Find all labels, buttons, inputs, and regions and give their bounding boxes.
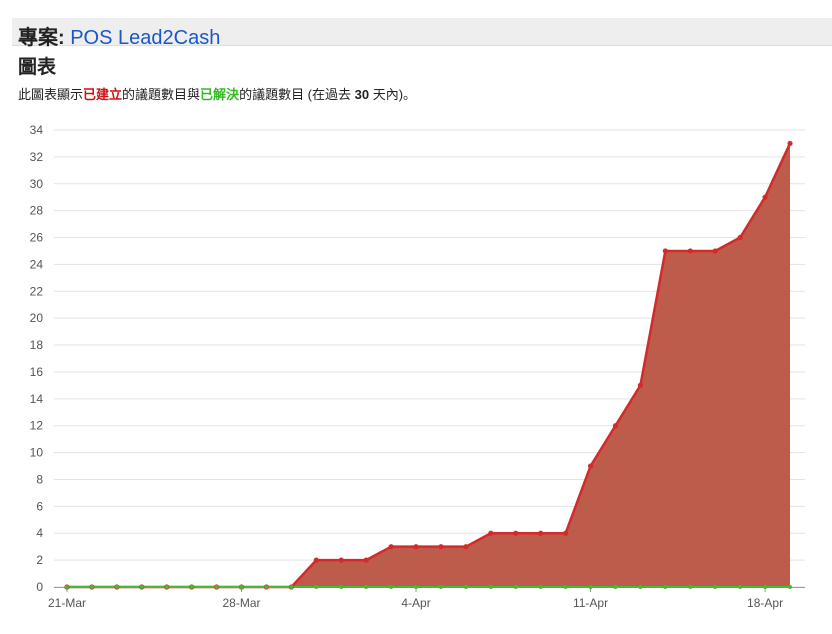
y-tick-label: 16 <box>30 365 44 379</box>
created-point <box>488 530 494 536</box>
created-point <box>737 234 743 241</box>
project-title: 專案: POS Lead2Cash <box>18 21 220 50</box>
created-point <box>587 463 594 469</box>
created-point <box>438 544 444 550</box>
resolved-point <box>738 585 743 589</box>
resolved-point <box>588 585 593 589</box>
y-tick-label: 6 <box>36 499 43 513</box>
resolved-point <box>663 585 668 589</box>
resolved-point <box>563 585 568 589</box>
y-tick-label: 20 <box>30 311 44 325</box>
x-tick-label: 18-Apr <box>747 596 783 610</box>
created-point <box>712 248 718 254</box>
y-tick-label: 2 <box>36 553 43 567</box>
resolved-point <box>513 585 518 589</box>
resolved-point <box>763 585 768 589</box>
resolved-point <box>289 585 294 589</box>
project-prefix: 專案: <box>18 27 71 49</box>
resolved-point <box>488 585 493 589</box>
created-point <box>313 557 319 563</box>
created-point <box>538 530 544 536</box>
resolved-point <box>463 585 468 589</box>
y-tick-label: 22 <box>30 284 44 298</box>
y-tick-label: 34 <box>30 123 44 137</box>
resolved-point <box>713 585 718 589</box>
y-tick-label: 0 <box>36 580 43 594</box>
created-point <box>687 248 693 254</box>
y-tick-label: 8 <box>36 472 43 486</box>
y-tick-label: 28 <box>30 204 44 218</box>
created-point <box>513 530 519 536</box>
resolved-point <box>189 585 194 589</box>
resolved-point <box>788 585 792 589</box>
y-tick-label: 24 <box>30 257 44 271</box>
resolved-point <box>264 585 269 589</box>
resolved-point <box>364 585 369 589</box>
created-point <box>787 140 793 147</box>
resolved-point <box>239 585 244 589</box>
y-tick-label: 10 <box>30 446 44 460</box>
y-tick-label: 30 <box>30 177 44 191</box>
resolved-legend-text: 已解決 <box>200 87 240 102</box>
created-vs-resolved-chart: 024681012141618202224262830323421-Mar 28-… <box>30 123 805 610</box>
created-point <box>563 530 569 536</box>
chart-description: 此圖表顯示已建立的議題數目與已解決的議題數目 (在過去 30 天內)。 <box>18 84 416 103</box>
resolved-point <box>114 585 119 589</box>
created-point <box>338 557 344 563</box>
x-tick-label: 21-Mar <box>48 596 86 610</box>
created-point <box>637 382 644 388</box>
description-text-2: 的議題數目與 <box>122 87 201 102</box>
created-point <box>662 248 668 254</box>
description-text-4: 天內)。 <box>369 87 417 102</box>
created-point <box>388 544 394 550</box>
y-tick-label: 12 <box>30 419 44 433</box>
y-tick-label: 26 <box>30 231 44 245</box>
resolved-point <box>214 585 219 589</box>
created-point <box>463 544 469 550</box>
resolved-point <box>164 585 169 589</box>
resolved-point <box>613 585 618 589</box>
resolved-point <box>389 585 394 589</box>
description-text-3: 的議題數目 (在過去 <box>239 87 355 102</box>
created-point <box>363 557 369 563</box>
x-tick-label: 28-Mar <box>223 596 261 610</box>
y-tick-label: 4 <box>36 526 43 540</box>
days-count: 30 <box>354 87 370 102</box>
created-point <box>413 544 419 550</box>
x-tick-label: 4-Apr <box>401 596 430 610</box>
resolved-point <box>414 585 419 589</box>
project-link[interactable]: POS Lead2Cash <box>70 27 220 49</box>
created-point <box>612 423 619 429</box>
description-text-1: 此圖表顯示 <box>18 87 84 102</box>
resolved-point <box>339 585 344 589</box>
resolved-point <box>139 585 144 589</box>
created-point <box>762 194 768 200</box>
created-legend-text: 已建立 <box>83 87 123 102</box>
y-tick-label: 32 <box>30 150 44 164</box>
resolved-point <box>89 585 94 589</box>
resolved-point <box>314 585 319 589</box>
created-area <box>67 143 790 588</box>
resolved-point <box>688 585 693 589</box>
y-tick-label: 18 <box>30 338 44 352</box>
y-tick-label: 14 <box>30 392 44 406</box>
resolved-point <box>538 585 543 589</box>
section-title: 圖表 <box>18 57 57 78</box>
resolved-point <box>438 585 443 589</box>
resolved-point <box>65 585 69 589</box>
x-tick-label: 11-Apr <box>573 596 608 610</box>
resolved-point <box>638 585 643 589</box>
